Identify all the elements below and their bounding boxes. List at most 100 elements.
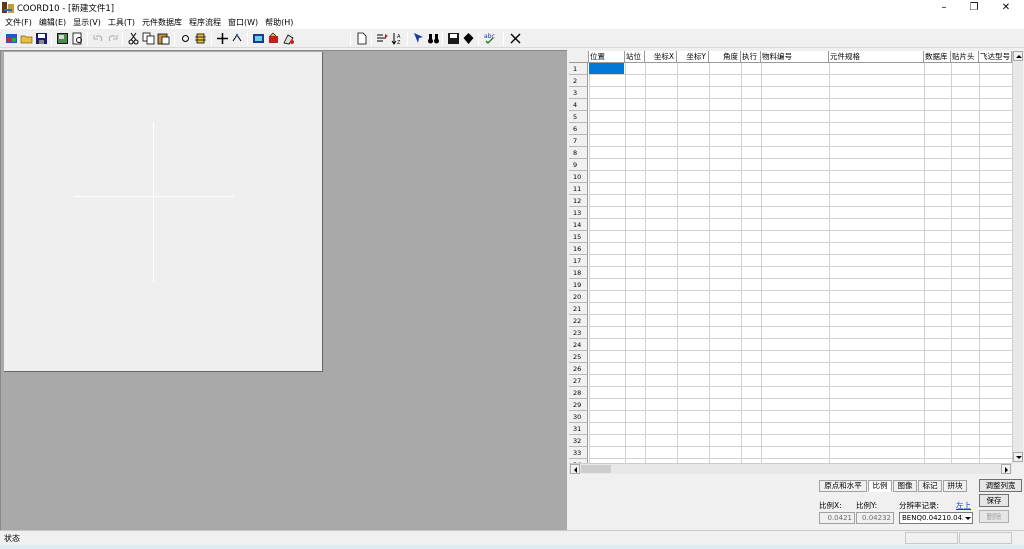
adjust-column-width-button[interactable]: 调整列宽 (979, 479, 1022, 492)
close-icon[interactable] (509, 32, 522, 45)
redo-icon[interactable] (106, 32, 119, 45)
menu-edit[interactable]: 编辑(E) (37, 17, 71, 28)
row-header[interactable]: 31 (569, 423, 588, 435)
undo-icon[interactable] (92, 32, 105, 45)
menu-file[interactable]: 文件(F) (3, 17, 37, 28)
row-header[interactable]: 22 (569, 315, 588, 327)
component-table[interactable]: 位置 站位 坐标X 坐标Y 角度 执行 物料编号 元件规格 数据库 贴片头 飞达… (569, 51, 1012, 463)
camera-view-icon[interactable] (252, 32, 265, 45)
align-icon[interactable] (376, 32, 389, 45)
row-header[interactable]: 32 (569, 435, 588, 447)
menu-program-flow[interactable]: 程序流程 (187, 17, 226, 28)
scroll-left-icon[interactable] (570, 464, 580, 474)
find-binoculars-icon[interactable] (427, 32, 440, 45)
row-header[interactable]: 26 (569, 363, 588, 375)
save-disk-icon[interactable] (35, 32, 48, 45)
paint-tool-icon[interactable] (282, 32, 295, 45)
circle-tool-icon[interactable] (179, 32, 192, 45)
row-header[interactable]: 5 (569, 111, 588, 123)
col-header-database[interactable]: 数据库 (924, 51, 951, 63)
board-viewport[interactable] (0, 50, 567, 530)
vertical-scrollbar[interactable] (1012, 51, 1023, 463)
scroll-up-icon[interactable] (1013, 51, 1023, 61)
copy-icon[interactable] (142, 32, 155, 45)
menu-tools[interactable]: 工具(T) (106, 17, 140, 28)
row-header[interactable]: 19 (569, 279, 588, 291)
tab-scale[interactable]: 比例 (868, 480, 892, 492)
row-header[interactable]: 16 (569, 243, 588, 255)
menu-help[interactable]: 帮助(H) (263, 17, 298, 28)
col-header-component-spec[interactable]: 元件规格 (829, 51, 924, 63)
menu-view[interactable]: 显示(V) (71, 17, 106, 28)
menu-component-db[interactable]: 元件数据库 (140, 17, 187, 28)
spell-check-icon[interactable]: abc (483, 32, 496, 45)
paste-icon[interactable] (157, 32, 170, 45)
row-header[interactable]: 25 (569, 351, 588, 363)
row-header[interactable]: 17 (569, 255, 588, 267)
row-header[interactable]: 20 (569, 291, 588, 303)
row-header[interactable]: 3 (569, 87, 588, 99)
save-file-icon[interactable] (447, 32, 460, 45)
chevron-down-icon[interactable] (963, 513, 972, 523)
row-header[interactable]: 33 (569, 447, 588, 459)
crosshair-add-icon[interactable] (216, 32, 229, 45)
col-header-execute[interactable]: 执行 (741, 51, 761, 63)
pick-place-icon[interactable] (267, 32, 280, 45)
row-header[interactable]: 4 (569, 99, 588, 111)
image-view-icon[interactable] (56, 32, 69, 45)
col-header-coord-y[interactable]: 坐标Y (677, 51, 709, 63)
row-header[interactable]: 29 (569, 399, 588, 411)
new-page-icon[interactable] (355, 32, 368, 45)
pointer-icon[interactable] (412, 32, 425, 45)
col-header-angle[interactable]: 角度 (709, 51, 741, 63)
row-header[interactable]: 12 (569, 195, 588, 207)
print-preview-icon[interactable] (71, 32, 84, 45)
col-header-placement-head[interactable]: 贴片头 (951, 51, 979, 63)
top-left-link[interactable]: 左上 (956, 500, 971, 511)
rotate-tool-icon[interactable] (231, 32, 244, 45)
row-header[interactable]: 28 (569, 387, 588, 399)
row-header[interactable]: 2 (569, 75, 588, 87)
resolution-select[interactable]: BENQ0.04210.042 (899, 512, 973, 524)
row-header[interactable]: 21 (569, 303, 588, 315)
delete-button[interactable]: 删除 (979, 510, 1009, 523)
tab-image[interactable]: 图像 (893, 480, 917, 492)
row-header[interactable]: 23 (569, 327, 588, 339)
open-folder-icon[interactable] (20, 32, 33, 45)
close-window-button[interactable]: ✕ (990, 0, 1022, 15)
pcb-board-canvas[interactable] (4, 52, 323, 372)
horizontal-scrollbar[interactable] (569, 463, 1012, 474)
marker-icon[interactable] (462, 32, 475, 45)
sort-icon[interactable]: AZ (391, 32, 404, 45)
scroll-down-icon[interactable] (1013, 452, 1023, 462)
scroll-right-icon[interactable] (1001, 464, 1011, 474)
row-header[interactable]: 6 (569, 123, 588, 135)
menu-window[interactable]: 窗口(W) (226, 17, 263, 28)
col-header-position[interactable]: 位置 (589, 51, 625, 63)
save-button[interactable]: 保存 (979, 494, 1009, 507)
row-header[interactable]: 30 (569, 411, 588, 423)
col-header-material-no[interactable]: 物料编号 (761, 51, 829, 63)
row-header[interactable]: 13 (569, 207, 588, 219)
row-header[interactable]: 8 (569, 147, 588, 159)
tab-mark[interactable]: 标记 (918, 480, 942, 492)
row-header[interactable]: 1 (569, 63, 588, 75)
cut-icon[interactable] (127, 32, 140, 45)
col-header-feeder-model[interactable]: 飞达型号 (979, 51, 1012, 63)
tab-panel-block[interactable]: 拼块 (943, 480, 967, 492)
col-header-station[interactable]: 站位 (625, 51, 645, 63)
restore-button[interactable]: ❐ (958, 0, 990, 15)
tab-origin-level[interactable]: 原点和水平 (819, 480, 867, 492)
row-header[interactable]: 27 (569, 375, 588, 387)
scrollbar-thumb[interactable] (581, 465, 611, 473)
selected-cell[interactable] (589, 63, 624, 74)
row-header[interactable]: 7 (569, 135, 588, 147)
row-header[interactable]: 14 (569, 219, 588, 231)
row-header[interactable]: 9 (569, 159, 588, 171)
row-header[interactable]: 24 (569, 339, 588, 351)
col-header-coord-x[interactable]: 坐标X (645, 51, 677, 63)
component-tool-icon[interactable] (194, 32, 207, 45)
new-color-icon[interactable] (5, 32, 18, 45)
minimize-button[interactable]: – (928, 0, 960, 15)
row-header[interactable]: 18 (569, 267, 588, 279)
